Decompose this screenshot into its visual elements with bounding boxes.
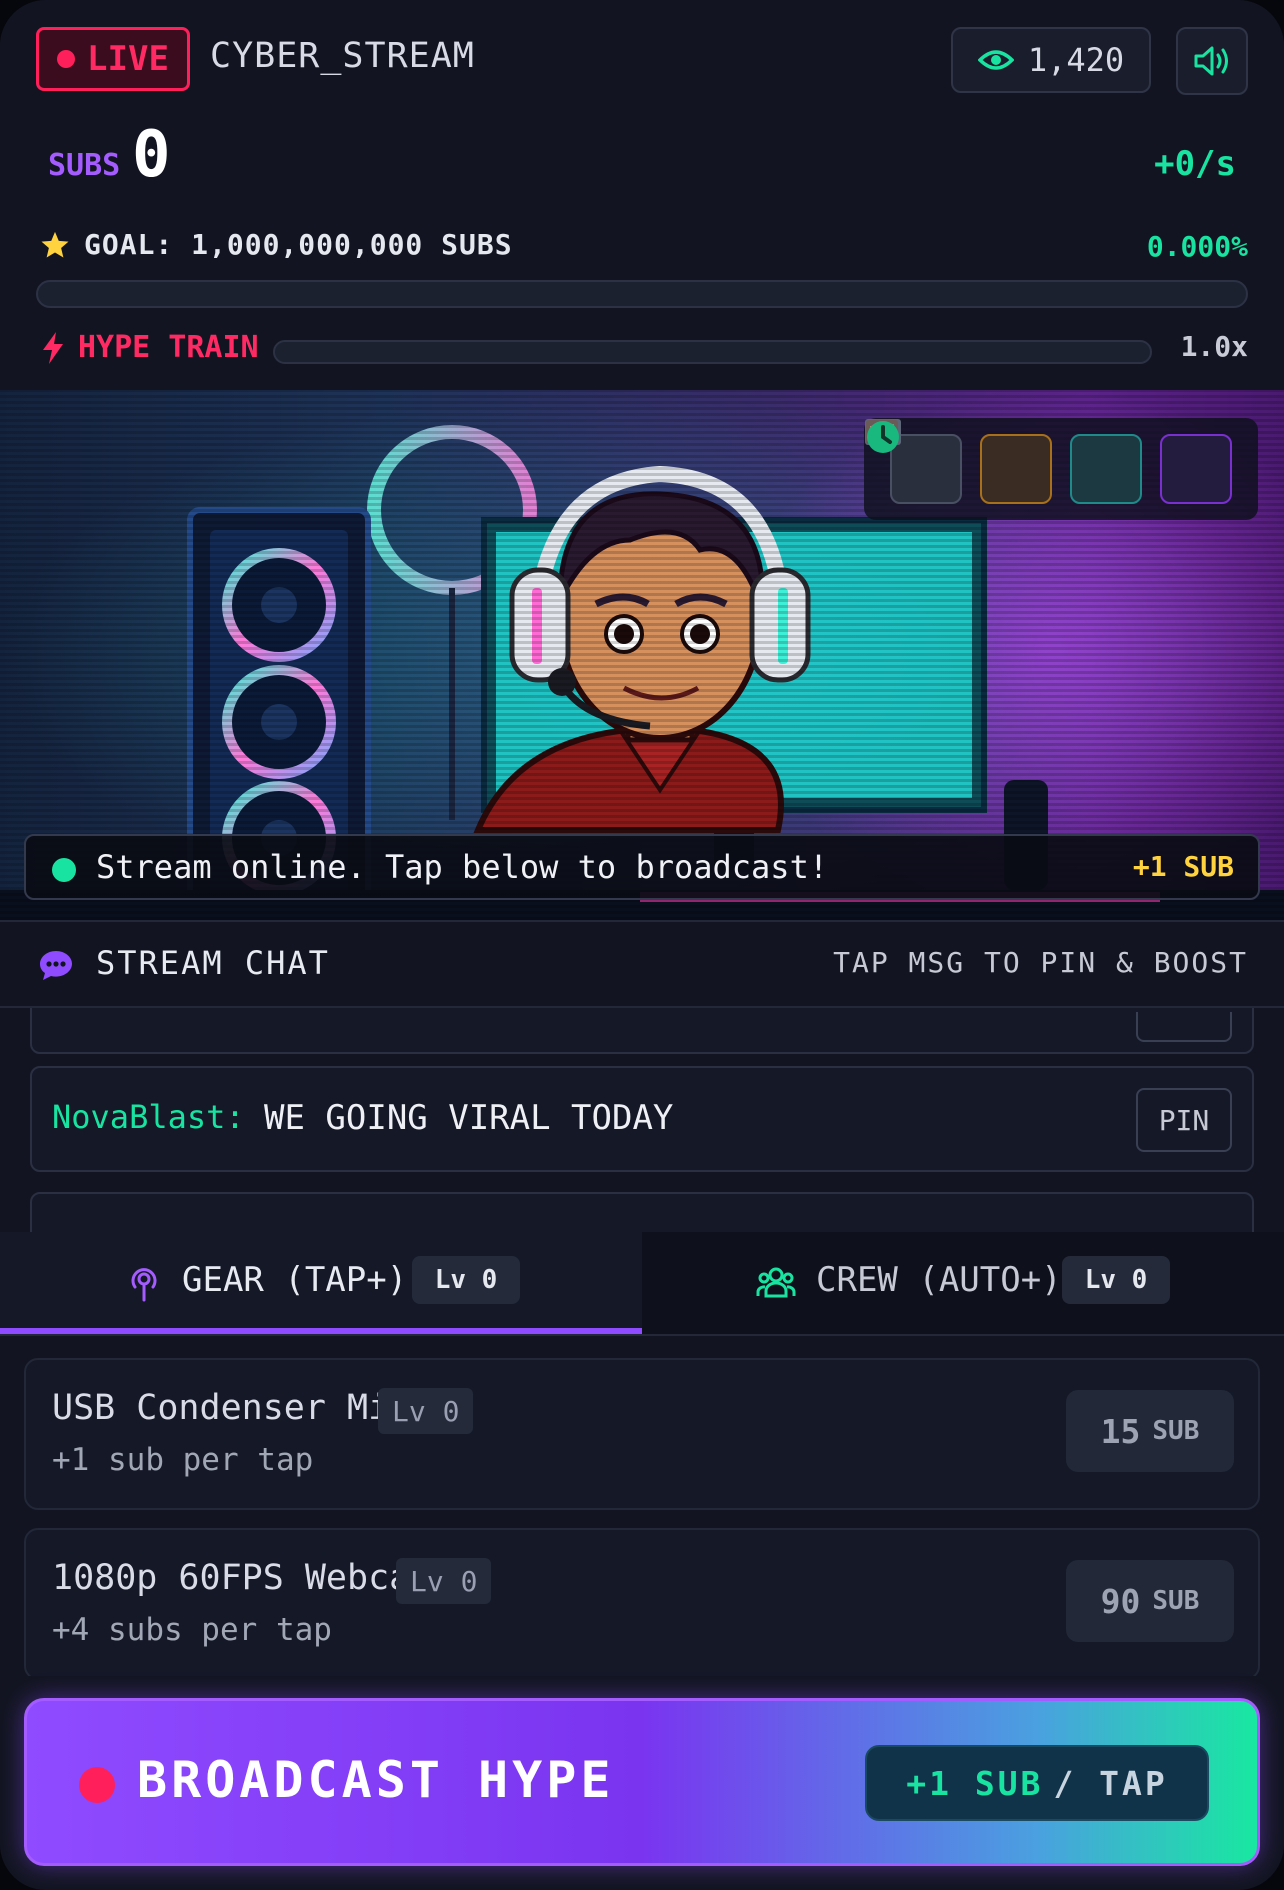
- tab-gear-level: Lv 0: [412, 1256, 520, 1304]
- chat-header: STREAM CHAT TAP MSG TO PIN & BOOST: [0, 920, 1284, 1008]
- broadcast-label: BROADCAST HYPE: [137, 1751, 615, 1809]
- record-dot-icon: [79, 1767, 115, 1803]
- upgrade-list[interactable]: USB Condenser Mic Lv 0 +1 sub per tap 15…: [0, 1336, 1284, 1676]
- tab-crew-label: CREW (AUTO+): [816, 1260, 1062, 1300]
- image-tool-button[interactable]: [866, 420, 1142, 504]
- stream-status-bar: Stream online. Tap below to broadcast! +…: [24, 834, 1260, 900]
- upgrade-description: +1 sub per tap: [52, 1442, 314, 1478]
- hype-train-label: HYPE TRAIN: [78, 330, 259, 365]
- subs-label: SUBS: [48, 148, 121, 183]
- subs-count: 0: [132, 118, 171, 192]
- upgrade-cost-unit: SUB: [1152, 1586, 1200, 1616]
- live-label: LIVE: [87, 39, 169, 79]
- subs-rate: +0/s: [1154, 144, 1236, 184]
- chat-text: WE GOING VIRAL TODAY: [264, 1098, 674, 1138]
- upgrade-name: USB Condenser Mic: [52, 1388, 411, 1428]
- upgrade-card[interactable]: 1080p 60FPS Webcam Lv 0 +4 subs per tap …: [24, 1528, 1260, 1676]
- goal-row: GOAL: 1,000,000,000 SUBS: [40, 228, 513, 261]
- upgrade-cost: 15: [1100, 1411, 1141, 1451]
- sub-gain-indicator: +1 SUB: [1132, 850, 1234, 883]
- pin-button[interactable]: PIN: [1136, 1088, 1232, 1152]
- channel-name: CYBER_STREAM: [210, 36, 475, 76]
- chat-message-partial[interactable]: [30, 1008, 1254, 1054]
- upgrade-level: Lv 0: [378, 1388, 474, 1434]
- tap-gain-value: +1 SUB: [906, 1763, 1044, 1803]
- buy-upgrade-button[interactable]: 15 SUB: [1066, 1390, 1234, 1472]
- goal-label: GOAL: 1,000,000,000 SUBS: [84, 228, 513, 261]
- hype-train-row: HYPE TRAIN: [40, 330, 259, 365]
- broadcast-area: BROADCAST HYPE +1 SUB / TAP: [0, 1676, 1284, 1890]
- users-group-icon: [756, 1267, 796, 1298]
- stream-preview[interactable]: Stream online. Tap below to broadcast! +…: [0, 390, 1284, 920]
- eye-icon: [977, 50, 1014, 70]
- chat-message-partial[interactable]: [30, 1192, 1254, 1232]
- upgrade-card[interactable]: USB Condenser Mic Lv 0 +1 sub per tap 15…: [24, 1358, 1260, 1510]
- tap-gain-unit: / TAP: [1053, 1763, 1168, 1803]
- star-icon: [41, 231, 69, 257]
- goal-percent: 0.000%: [1146, 230, 1248, 263]
- broadcast-hype-button[interactable]: BROADCAST HYPE +1 SUB / TAP: [24, 1698, 1260, 1866]
- online-dot-icon: [52, 858, 76, 882]
- chat-tool-button[interactable]: [867, 421, 1052, 504]
- clock-icon: [867, 421, 899, 453]
- tap-gain-pill: +1 SUB / TAP: [865, 1745, 1209, 1821]
- lightning-icon: [43, 331, 63, 364]
- tab-gear[interactable]: GEAR (TAP+) Lv 0: [0, 1232, 642, 1334]
- upgrade-name: 1080p 60FPS Webcam: [52, 1558, 432, 1598]
- speaker-icon: [1194, 46, 1228, 76]
- status-message: Stream online. Tap below to broadcast!: [96, 848, 829, 886]
- chat-hint: TAP MSG TO PIN & BOOST: [833, 946, 1248, 979]
- upgrade-level: Lv 0: [396, 1558, 492, 1604]
- chat-message[interactable]: NovaBlast: WE GOING VIRAL TODAY PIN: [30, 1066, 1254, 1172]
- viewer-count: 1,420: [1027, 41, 1125, 79]
- sound-toggle-button[interactable]: [1176, 27, 1248, 95]
- goal-progress-bar: [36, 280, 1248, 308]
- chat-title: STREAM CHAT: [96, 944, 330, 982]
- upgrade-tabs: GEAR (TAP+) Lv 0 CREW (AUTO+) Lv 0: [0, 1232, 1284, 1336]
- chat-username: NovaBlast:: [52, 1098, 245, 1136]
- chat-icon: [40, 951, 72, 980]
- upgrade-cost: 90: [1100, 1581, 1141, 1621]
- tab-crew[interactable]: CREW (AUTO+) Lv 0: [642, 1232, 1284, 1334]
- app-window: LIVE CYBER_STREAM 1,420 SUBS 0 +0/s GOAL…: [0, 0, 1284, 1890]
- timer-tool-button[interactable]: [867, 421, 1232, 504]
- live-badge: LIVE: [36, 27, 190, 91]
- hype-progress-bar: [273, 340, 1152, 364]
- pin-button-partial[interactable]: [1136, 1012, 1232, 1042]
- stream-tool-strip: [864, 418, 1258, 520]
- hype-multiplier: 1.0x: [1180, 330, 1248, 363]
- chat-message-list[interactable]: NovaBlast: WE GOING VIRAL TODAY PIN: [0, 1008, 1284, 1232]
- tab-crew-level: Lv 0: [1062, 1256, 1170, 1304]
- buy-upgrade-button[interactable]: 90 SUB: [1066, 1560, 1234, 1642]
- tab-gear-label: GEAR (TAP+): [182, 1260, 408, 1300]
- viewer-counter: 1,420: [951, 27, 1151, 93]
- stream-header: LIVE CYBER_STREAM 1,420 SUBS 0 +0/s GOAL…: [0, 0, 1284, 390]
- live-dot-icon: [57, 50, 76, 68]
- upgrade-description: +4 subs per tap: [52, 1612, 332, 1648]
- podcast-mic-icon: [131, 1268, 157, 1302]
- upgrade-cost-unit: SUB: [1152, 1416, 1200, 1446]
